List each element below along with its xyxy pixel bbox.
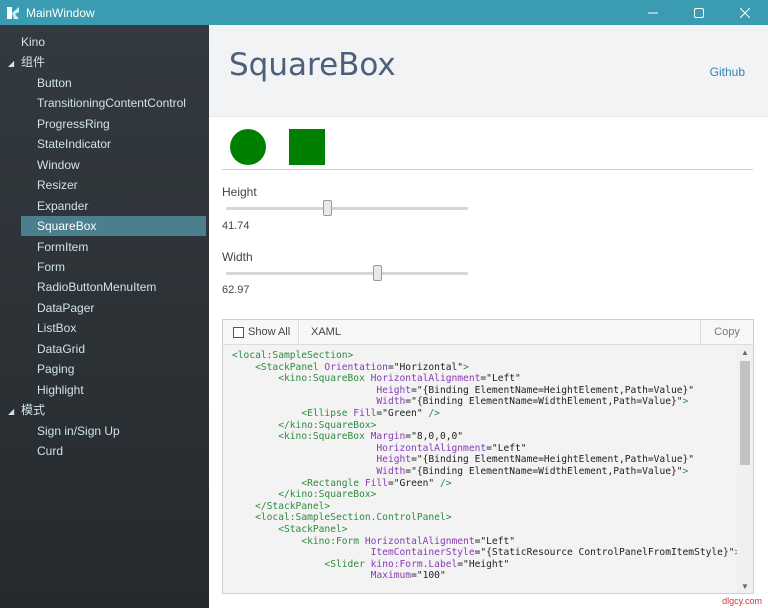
code-line: <local:SampleSection.ControlPanel> (255, 512, 452, 524)
code-line: <Ellipse Fill="Green" /> (301, 407, 440, 419)
slider-thumb[interactable] (323, 200, 332, 216)
copy-button[interactable]: Copy (700, 320, 753, 344)
code-panel: Show All XAML Copy <local:SampleSection>… (222, 319, 754, 594)
code-line: Width="{Binding ElementName=WidthElement… (376, 396, 689, 408)
height-slider[interactable] (226, 200, 468, 216)
sidebar-item-highlight[interactable]: Highlight (0, 380, 84, 400)
code-scrollbar[interactable]: ▲ ▼ (737, 345, 753, 593)
sidebar-item-squarebox[interactable]: SquareBox (21, 216, 206, 236)
sidebar-item-resizer[interactable]: Resizer (0, 175, 78, 195)
width-slider[interactable] (226, 265, 468, 281)
code-line: </StackPanel> (255, 500, 331, 512)
scroll-thumb[interactable] (740, 361, 750, 465)
code-toolbar: Show All XAML Copy (223, 320, 753, 345)
slider-track (226, 272, 468, 275)
sidebar-item-expander[interactable]: Expander (0, 196, 88, 216)
sidebar-group-label: 模式 (21, 403, 46, 418)
scroll-up-icon[interactable]: ▲ (737, 345, 753, 359)
sidebar-group-组件[interactable]: ◢ 组件 (0, 52, 45, 72)
code-line: <kino:SquareBox HorizontalAlignment="Lef… (278, 373, 521, 385)
expand-arrow-icon[interactable]: ◢ (8, 402, 21, 422)
slider-track (226, 207, 468, 210)
github-link[interactable]: Github (710, 65, 745, 79)
minimize-icon (648, 12, 658, 13)
code-line: <local:SampleSection> (232, 350, 354, 361)
sidebar-group-模式[interactable]: ◢ 模式 (0, 400, 45, 420)
code-line: Width="{Binding ElementName=WidthElement… (376, 465, 689, 477)
code-line: HorizontalAlignment="Left" (376, 442, 527, 454)
kino-logo-icon (6, 6, 20, 20)
sidebar-item-formitem[interactable]: FormItem (0, 237, 88, 257)
code-line: <kino:SquareBox Margin="8,0,0,0" (278, 431, 464, 443)
code-line: <Rectangle Fill="Green" /> (301, 477, 452, 489)
code-line: <kino:Form HorizontalAlignment="Left" (301, 535, 516, 547)
expand-arrow-icon[interactable]: ◢ (8, 54, 21, 74)
sidebar-item-datagrid[interactable]: DataGrid (0, 339, 85, 359)
sidebar-item-button[interactable]: Button (0, 73, 72, 93)
sidebar-item-kino[interactable]: Kino (0, 32, 45, 52)
sidebar-item-datapager[interactable]: DataPager (0, 298, 94, 318)
code-line: </kino:SquareBox> (278, 419, 377, 431)
sidebar-item-transitioningcontentcontrol[interactable]: TransitioningContentControl (0, 93, 186, 113)
sidebar-item-listbox[interactable]: ListBox (0, 318, 76, 338)
sidebar-group-label: 组件 (21, 55, 46, 70)
maximize-button[interactable] (676, 0, 722, 25)
code-line: <StackPanel Orientation="Horizontal"> (255, 361, 469, 373)
slider-thumb[interactable] (373, 265, 382, 281)
maximize-icon (694, 7, 704, 18)
checkbox-box[interactable] (233, 326, 244, 338)
code-line: Height="{Binding ElementName=HeightEleme… (376, 384, 695, 396)
demo-area (222, 128, 753, 170)
green-ellipse (230, 129, 266, 165)
close-button[interactable] (722, 0, 768, 25)
green-rectangle (289, 129, 325, 165)
height-value: 41.74 (222, 220, 250, 232)
sidebar-item-paging[interactable]: Paging (0, 359, 74, 379)
height-label: Height (222, 185, 257, 199)
width-value: 62.97 (222, 284, 250, 296)
main-content: SquareBox Github Height 41.74 Width 62.9… (209, 25, 768, 608)
code-line: Height="{Binding ElementName=HeightEleme… (376, 454, 695, 466)
minimize-button[interactable] (630, 0, 676, 25)
code-line: <Slider kino:Form.Label="Height" (324, 558, 510, 570)
code-viewer[interactable]: <local:SampleSection> <StackPanel Orient… (223, 345, 737, 593)
close-icon (740, 7, 750, 18)
show-all-label: Show All (248, 326, 291, 338)
sidebar-item-curd[interactable]: Curd (0, 441, 63, 461)
tab-xaml[interactable]: XAML (311, 326, 341, 338)
page-title: SquareBox (229, 47, 396, 83)
sidebar-item-sign-in-sign-up[interactable]: Sign in/Sign Up (0, 421, 120, 441)
width-label: Width (222, 250, 253, 264)
code-line: </kino:SquareBox> (278, 489, 377, 501)
sidebar-nav: Kino ◢ 组件 Button TransitioningContentControl… (0, 25, 209, 608)
sidebar-item-radiobuttonmenuitem[interactable]: RadioButtonMenuItem (0, 277, 156, 297)
watermark: dlgcy.com (722, 596, 762, 606)
sidebar-item-stateindicator[interactable]: StateIndicator (0, 134, 111, 154)
sidebar-item-window[interactable]: Window (0, 155, 80, 175)
scroll-down-icon[interactable]: ▼ (737, 579, 753, 593)
page-header: SquareBox Github (209, 25, 768, 117)
sidebar-item-form[interactable]: Form (0, 257, 65, 277)
title-bar[interactable]: MainWindow (0, 0, 768, 25)
sidebar-item-progressring[interactable]: ProgressRing (0, 114, 110, 134)
show-all-checkbox[interactable]: Show All (223, 320, 299, 344)
window-title: MainWindow (26, 5, 95, 20)
code-line: <StackPanel> (278, 523, 348, 535)
code-line: ItemContainerStyle="{StaticResource Cont… (370, 547, 737, 559)
code-line: Maximum="100" (370, 570, 446, 582)
